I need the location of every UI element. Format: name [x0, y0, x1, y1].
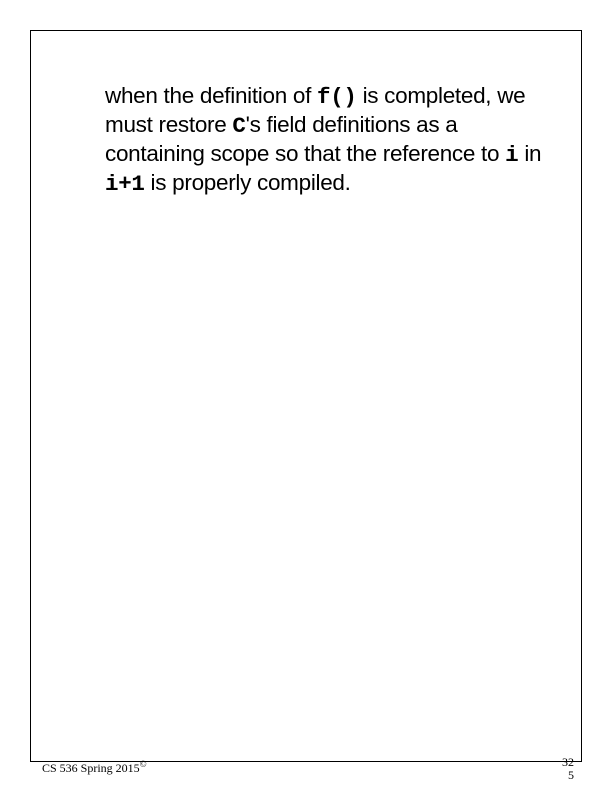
- footer-course: CS 536 Spring 2015©: [42, 759, 147, 776]
- code-var-i: i: [505, 142, 518, 168]
- code-f-call: f(): [317, 84, 357, 110]
- code-class-c: C: [232, 113, 245, 139]
- text-part-4: in: [518, 141, 541, 166]
- page-number-top: 32: [562, 756, 574, 769]
- page-number-bottom: 5: [562, 769, 574, 782]
- course-label: CS 536 Spring 2015: [42, 761, 140, 775]
- copyright-icon: ©: [140, 759, 147, 769]
- text-part-5: is properly compiled.: [145, 170, 351, 195]
- code-expr-i1: i+1: [105, 171, 145, 197]
- text-part-1: when the definition of: [105, 83, 317, 108]
- slide-content: when the definition of f() is completed,…: [105, 82, 547, 199]
- footer-page: 32 5: [562, 756, 574, 782]
